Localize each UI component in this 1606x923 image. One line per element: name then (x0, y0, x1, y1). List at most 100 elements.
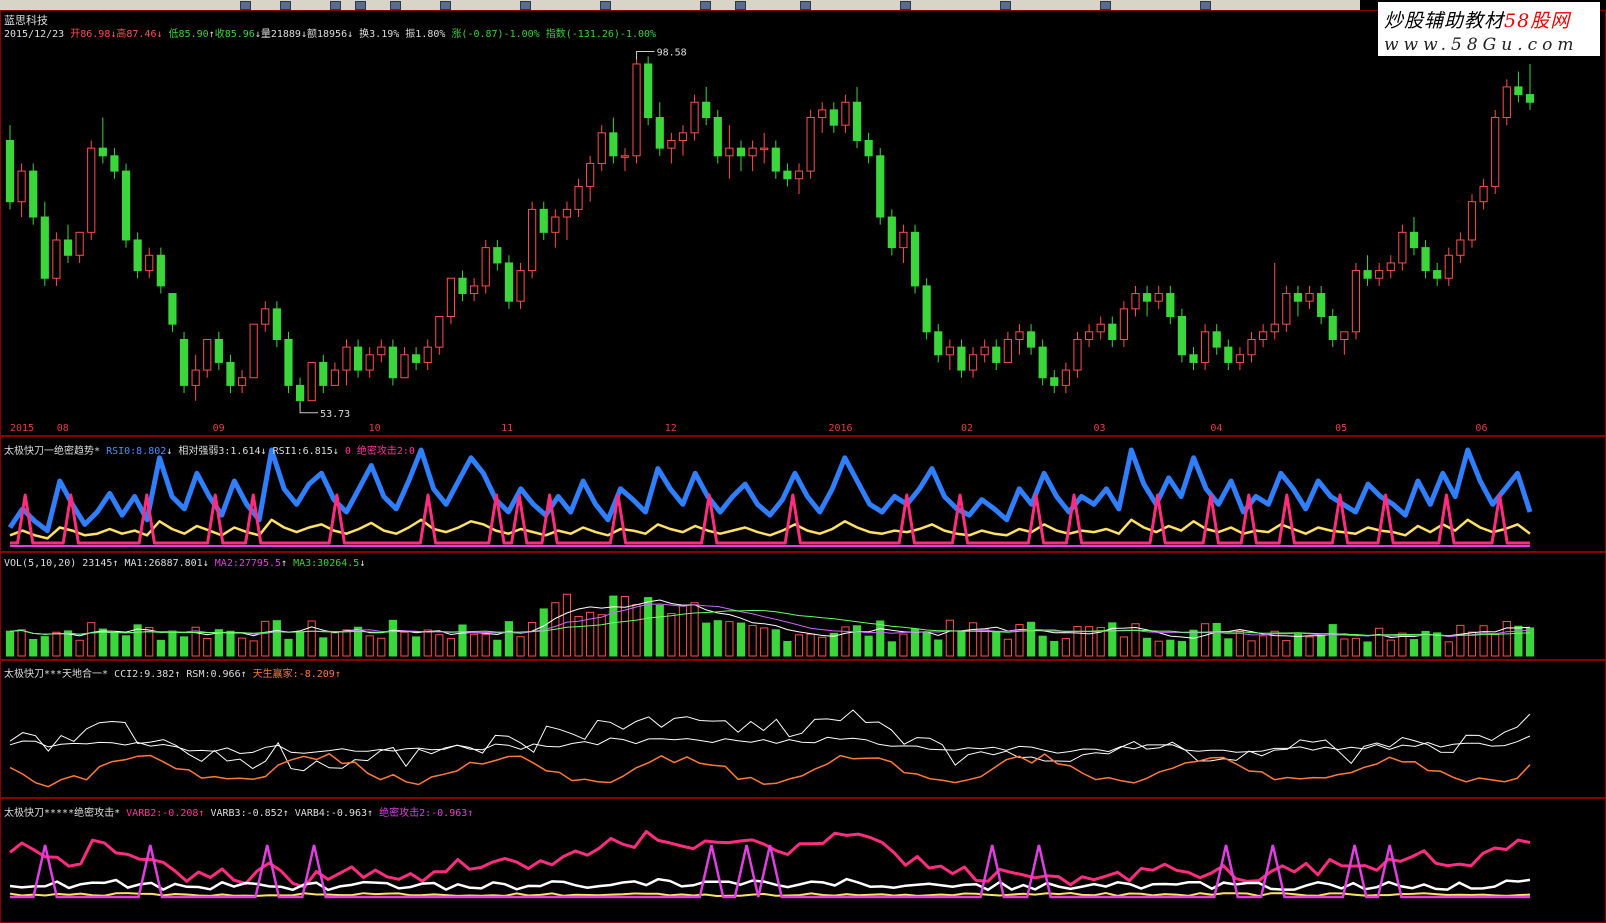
candle-body (620, 155, 630, 158)
varb4-line (9, 891, 1531, 898)
x-axis-tick-label: 02 (961, 423, 973, 434)
candle-body (493, 247, 502, 264)
candle-body (528, 208, 537, 272)
ind1-rsi3: 相对强弱3:1.614 (178, 446, 261, 457)
candle-body (377, 346, 386, 356)
volume-bar (864, 635, 873, 657)
candle-body (1421, 247, 1430, 272)
kline-chart[interactable]: 98.58 53.73 2015 08 09 10 11 12 2016 02 03 04 05 06 (0, 0, 1606, 923)
candle-body (829, 109, 838, 126)
candle-body (412, 354, 421, 363)
price-annotation-line (636, 51, 655, 60)
ind3-name: 太极快刀***天地合一* (4, 669, 109, 680)
volume-bar (678, 604, 688, 657)
x-axis-tick-label: 03 (1093, 423, 1105, 434)
candle-body (319, 361, 328, 386)
candle-body (1479, 185, 1488, 203)
x-axis-tick-label: 11 (501, 423, 513, 434)
volume-bar (40, 636, 49, 657)
volume-bar (899, 633, 908, 657)
volume-bar (435, 634, 444, 657)
vol-ma2-line (9, 603, 1531, 638)
volume-bar (330, 632, 339, 657)
volume-bar (934, 639, 943, 657)
candle-body (40, 216, 49, 279)
candle-body (1224, 346, 1233, 363)
volume-bar (1003, 638, 1012, 657)
candle-body (1235, 354, 1245, 363)
volume-bar (1050, 640, 1059, 657)
volume-bar (1444, 641, 1453, 657)
candle-body (1386, 262, 1395, 272)
candle-body (667, 139, 676, 149)
price-annotation-label: 53.73 (320, 409, 350, 420)
candle-body (1444, 254, 1453, 279)
candle-body (1398, 231, 1407, 264)
volume-bar (1409, 639, 1419, 657)
volume-bar (748, 625, 757, 657)
candle-body (1491, 117, 1500, 187)
volume-bar (29, 638, 38, 657)
volume-bar (1293, 633, 1303, 657)
volume-bar (504, 621, 514, 657)
candle-body (713, 117, 722, 157)
candle-body (1305, 293, 1314, 302)
rsm-line (9, 735, 1531, 755)
volume-bar (388, 619, 397, 657)
candle-body (168, 293, 177, 325)
volume-bar (52, 631, 61, 657)
volume-bar (272, 620, 281, 657)
candle-body (1061, 369, 1070, 386)
candle-body (562, 208, 572, 218)
volume-bar (446, 638, 456, 657)
candle-body (1375, 270, 1384, 279)
candle-body (968, 354, 978, 371)
candle-body (29, 170, 38, 218)
volume-bar (829, 632, 838, 657)
volume-bar (945, 619, 954, 657)
candle-body (922, 285, 931, 333)
candle-body (876, 155, 885, 218)
candle-body (1026, 331, 1036, 348)
volume-bar (1340, 638, 1349, 657)
candle-body (1119, 308, 1128, 340)
ind3-cci: CCI2:9.382 (114, 669, 175, 680)
candle-body (1154, 293, 1163, 302)
candle-body (1166, 293, 1175, 318)
ind1-rsi1: RSI1:6.815 (272, 446, 333, 457)
candle-body (516, 270, 525, 302)
candle-body (1247, 338, 1256, 356)
ind4-attack2: 绝密攻击2:-0.963 (379, 808, 468, 819)
volume-bar (818, 636, 827, 657)
candle-body (1409, 231, 1419, 249)
candle-body (1340, 331, 1349, 340)
volume-bar (1061, 638, 1070, 657)
volume-bar (760, 627, 769, 657)
volume-bar (1456, 624, 1465, 657)
candle-body (365, 354, 374, 371)
volume-bar (1363, 641, 1372, 657)
volume-bar (1386, 639, 1395, 657)
volume-label: 量21889 (260, 29, 301, 40)
volume-bar (690, 602, 699, 657)
date-label: 2015/12/23 (4, 29, 65, 40)
volume-bar (1166, 639, 1175, 657)
volume-bar (110, 632, 119, 657)
volume-bar (609, 595, 618, 657)
tiansheng-line (9, 752, 1531, 788)
volume-bar (493, 639, 502, 657)
volume-bar (1259, 635, 1268, 657)
candle-body (597, 132, 606, 164)
volume-bar (574, 616, 583, 657)
volume-bar (620, 595, 630, 657)
candle-body (1131, 293, 1140, 310)
candle-body (771, 147, 780, 172)
price-info-line: 2015/12/23 开86.98↓高87.46↓ 低85.90↑收85.96↓… (4, 29, 657, 40)
vol-header: VOL(5,10,20) 23145↑ MA1:26887.801↓ MA2:2… (4, 558, 366, 569)
candle-body (1015, 331, 1024, 340)
amount-label: 额18956 (306, 29, 348, 40)
candle-body (458, 277, 467, 295)
volume-bar (1201, 623, 1210, 657)
volume-bar (1177, 641, 1187, 657)
volume-bar (400, 631, 409, 657)
